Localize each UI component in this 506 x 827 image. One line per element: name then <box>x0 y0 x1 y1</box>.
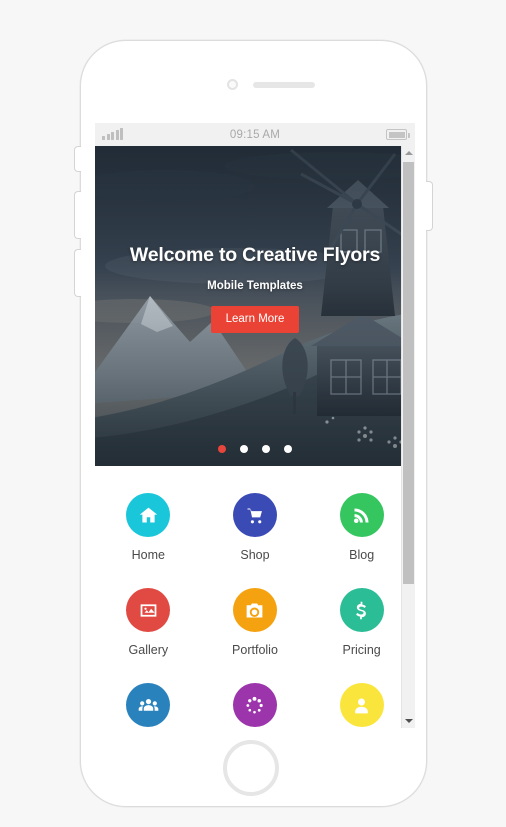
grid-item-pricing[interactable]: Pricing <box>308 588 415 657</box>
camera-icon <box>232 588 277 632</box>
volume-down-button[interactable] <box>74 249 81 297</box>
power-button[interactable] <box>426 181 433 231</box>
hero-subtitle: Mobile Templates <box>207 280 303 292</box>
battery-full-icon <box>386 129 410 140</box>
hero-text-block: Welcome to Creative Flyors Mobile Templa… <box>95 244 415 333</box>
grid-item-loading[interactable] <box>202 683 309 728</box>
grid-label-pricing: Pricing <box>342 643 381 657</box>
camera-icon <box>227 79 238 90</box>
silent-switch[interactable] <box>74 146 81 172</box>
phone-frame: 09:15 AM Welcome to Creative Flyors Mobi… <box>74 40 433 807</box>
grid-item-home[interactable]: Home <box>95 493 202 562</box>
page-root: 09:15 AM Welcome to Creative Flyors Mobi… <box>0 0 506 827</box>
grid-item-portfolio[interactable]: Portfolio <box>202 588 309 657</box>
grid-label-blog: Blog <box>349 548 375 562</box>
hero-title: Welcome to Creative Flyors <box>129 244 381 266</box>
grid-item-shop[interactable]: Shop <box>202 493 309 562</box>
vertical-scrollbar[interactable] <box>401 146 415 728</box>
grid-label-gallery: Gallery <box>128 643 169 657</box>
carousel-dot-1[interactable] <box>218 445 226 453</box>
grid-item-team[interactable] <box>95 683 202 728</box>
house-icon <box>126 493 171 537</box>
carousel-dot-2[interactable] <box>240 445 248 453</box>
grid-label-portfolio: Portfolio <box>232 643 278 657</box>
scrollbar-thumb[interactable] <box>403 162 414 584</box>
shopping-cart-icon <box>232 493 277 537</box>
home-button[interactable] <box>223 740 279 796</box>
carousel-dot-4[interactable] <box>284 445 292 453</box>
hero-banner: Welcome to Creative Flyors Mobile Templa… <box>95 146 415 466</box>
grid-label-shop: Shop <box>240 548 270 562</box>
volume-up-button[interactable] <box>74 191 81 239</box>
grid-item-blog[interactable]: Blog <box>308 493 415 562</box>
user-icon <box>339 683 384 727</box>
carousel-dot-3[interactable] <box>262 445 270 453</box>
carousel-dots <box>95 445 415 453</box>
icon-grid: Home Shop Blog Gallery Portfolio Pricing <box>95 466 415 728</box>
grid-label-home: Home <box>131 548 165 562</box>
grid-item-profile[interactable] <box>308 683 415 728</box>
scroll-content: Welcome to Creative Flyors Mobile Templa… <box>95 146 415 728</box>
status-bar-clock: 09:15 AM <box>229 128 281 141</box>
phone-screen: 09:15 AM Welcome to Creative Flyors Mobi… <box>95 123 415 728</box>
scroll-down-arrow[interactable] <box>402 714 415 728</box>
grid-item-gallery[interactable]: Gallery <box>95 588 202 657</box>
status-bar: 09:15 AM <box>95 123 415 146</box>
image-icon <box>126 588 171 632</box>
rss-feed-icon <box>339 493 384 537</box>
users-group-icon <box>126 683 171 727</box>
speaker-grill-icon <box>253 82 315 88</box>
scroll-up-arrow[interactable] <box>402 146 415 160</box>
learn-more-button[interactable]: Learn More <box>210 306 300 333</box>
dots-loading-icon <box>232 683 277 727</box>
dollar-sign-icon <box>339 588 384 632</box>
